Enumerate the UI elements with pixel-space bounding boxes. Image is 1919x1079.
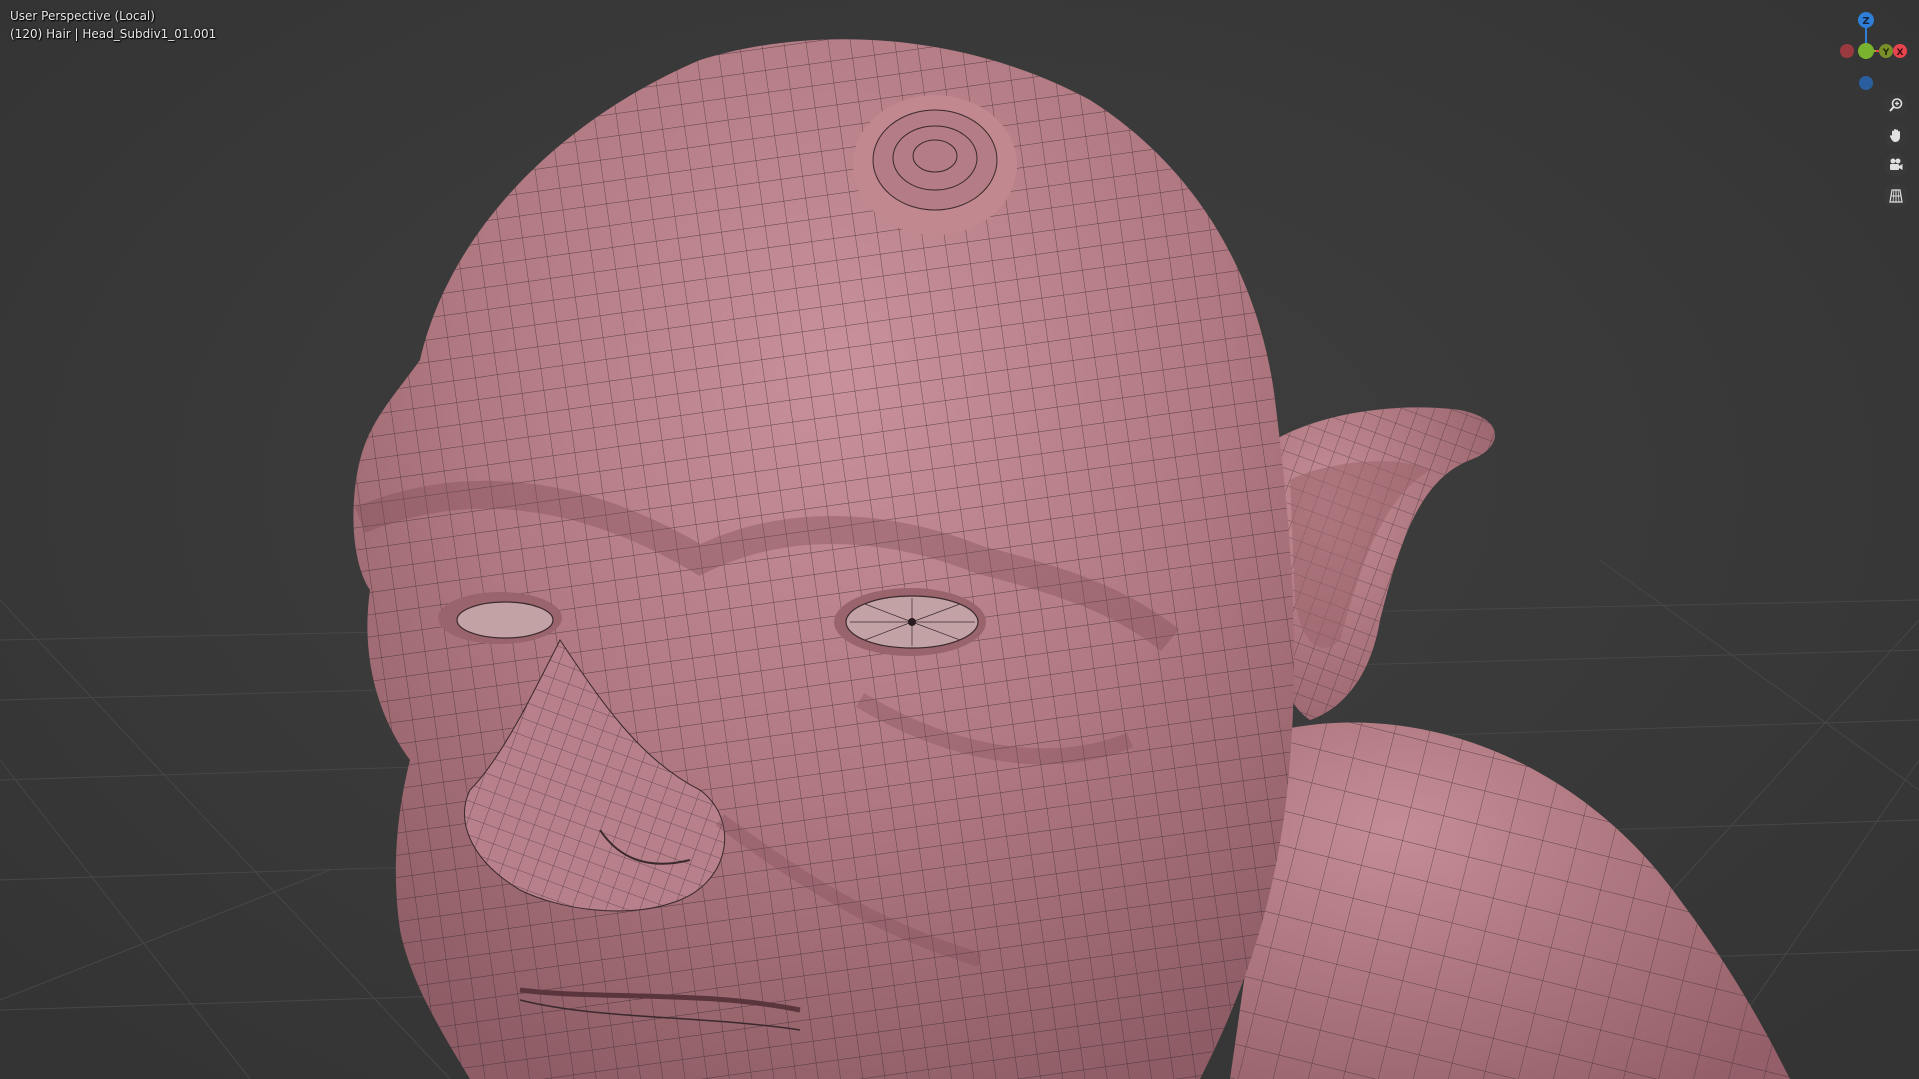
left-eye [438, 592, 562, 644]
zoom-button[interactable] [1884, 93, 1908, 117]
perspective-toggle-button[interactable] [1884, 184, 1908, 208]
x-negative-axis-handle[interactable] [1840, 44, 1854, 58]
z-negative-axis-handle[interactable] [1859, 76, 1873, 90]
camera-icon [1890, 158, 1903, 170]
z-axis-label: Z [1862, 16, 1869, 27]
head-model[interactable] [0, 0, 1919, 1079]
3d-viewport[interactable]: User Perspective (Local) (120) Hair | He… [0, 0, 1919, 1079]
horn-nub [853, 95, 1017, 235]
x-axis-label: X [1897, 48, 1904, 58]
zoom-icon [1889, 98, 1903, 112]
view-mode-label: User Perspective (Local) [10, 9, 155, 23]
active-object-label: (120) Hair | Head_Subdiv1_01.001 [10, 27, 217, 41]
y-axis-label: Y [1882, 48, 1890, 58]
y-negative-axis-handle[interactable] [1858, 43, 1874, 59]
hand-icon [1889, 129, 1900, 142]
right-eye [834, 588, 986, 656]
navigation-gizmo[interactable]: Z Y X [1812, 8, 1907, 93]
pan-button[interactable] [1884, 123, 1908, 147]
head-mesh [353, 39, 1295, 1079]
grid-icon [1889, 189, 1903, 203]
camera-view-button[interactable] [1884, 153, 1908, 177]
shoulder-mesh [1230, 722, 1790, 1079]
